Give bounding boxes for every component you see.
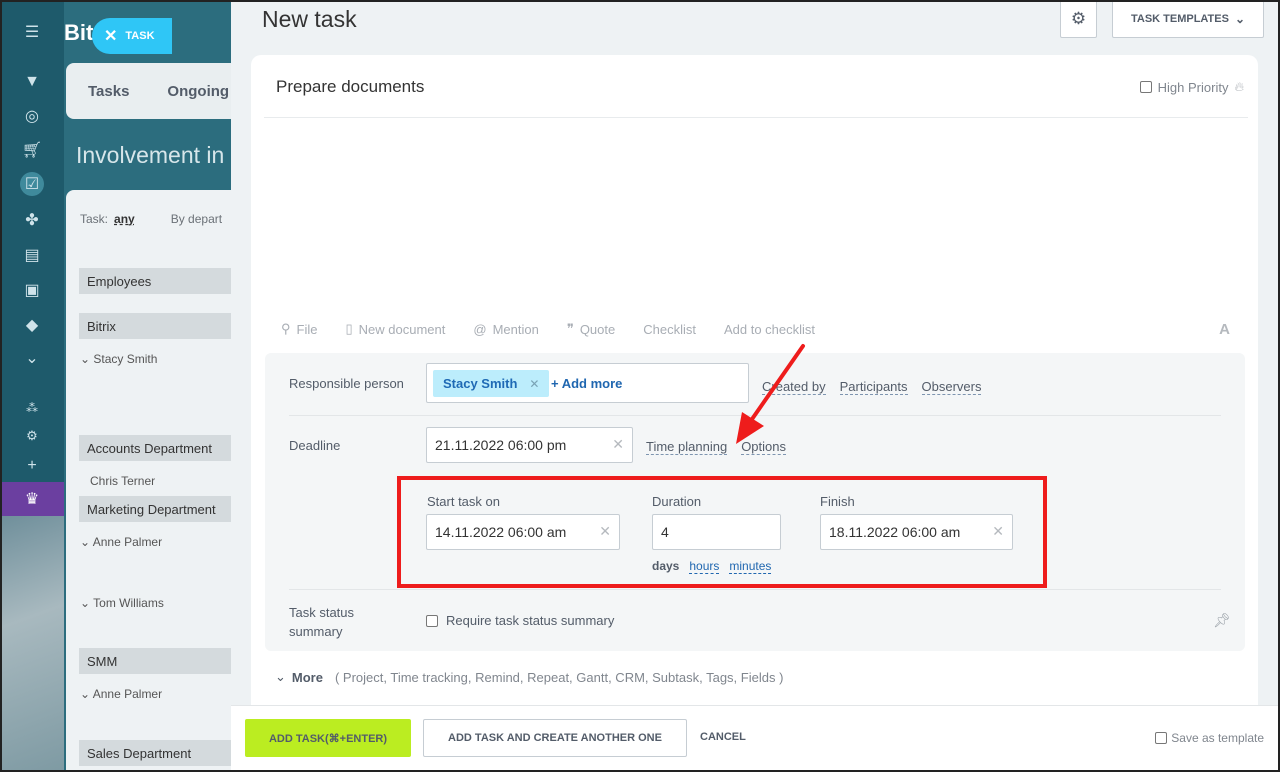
toolbar-checklist[interactable]: Checklist xyxy=(643,321,696,337)
sitemap-icon[interactable]: ⁂ xyxy=(20,396,44,420)
cancel-button[interactable]: CANCEL xyxy=(700,731,746,743)
status-summary-label: Task status summary xyxy=(289,605,355,639)
clear-icon[interactable]: ✕ xyxy=(612,436,624,453)
bg-item: ⌄ Tom Williams xyxy=(80,596,164,610)
annotation-arrow xyxy=(736,344,805,444)
page-title: New task xyxy=(262,6,357,32)
plus-icon[interactable]: + xyxy=(20,454,44,478)
paperclip-icon: ⚲ xyxy=(281,321,291,336)
deadline-label: Deadline xyxy=(289,438,341,453)
time-planning-link[interactable]: Time planning xyxy=(646,439,728,455)
left-rail: ☰ ▼ ◎ 🛒︎ ☑ ✤ ▤ ▣ ◆ ⌄ ⁂ ⚙ + ♛ xyxy=(0,0,64,772)
footer: ADD TASK(⌘+ENTER) ADD TASK AND CREATE AN… xyxy=(231,705,1280,772)
more-icon[interactable]: ⌄ xyxy=(20,346,44,370)
toolbar-file[interactable]: ⚲ File xyxy=(281,321,317,337)
gear-icon: ⚙ xyxy=(1070,9,1087,28)
close-icon: ✕ xyxy=(104,28,118,45)
bg-item: ⌄ Anne Palmer xyxy=(80,687,163,701)
chevron-down-icon: ⌄ xyxy=(1234,12,1246,26)
responsible-label: Responsible person xyxy=(289,376,404,391)
cart-icon[interactable]: 🛒︎ xyxy=(20,138,44,162)
chevron-down-icon: ⌄ xyxy=(275,669,286,684)
target-icon[interactable]: ◎ xyxy=(20,104,44,128)
bg-tabs: Tasks Ongoing xyxy=(66,63,234,119)
remove-icon[interactable]: ✕ xyxy=(529,377,539,391)
bg-row-accounts: Accounts Department xyxy=(79,435,234,461)
document-icon: ▯ xyxy=(345,321,353,336)
bg-item: Chris Terner xyxy=(90,474,156,488)
more-section[interactable]: ⌄ More ( Project, Time tracking, Remind,… xyxy=(275,669,783,685)
bg-row-employees: Employees xyxy=(79,268,234,294)
bg-row-sales: Sales Department xyxy=(79,740,234,766)
quote-icon: ❞ xyxy=(566,321,574,336)
toolbar-quote[interactable]: ❞ Quote xyxy=(567,321,615,337)
toolbar-new-document[interactable]: ▯ New document xyxy=(345,321,445,337)
tasks-icon[interactable]: ☑ xyxy=(20,172,44,196)
box-icon[interactable]: ◆ xyxy=(20,313,44,337)
divider xyxy=(264,117,1248,118)
feed-icon[interactable]: ▼ xyxy=(20,70,44,94)
task-title-input[interactable]: Prepare documents xyxy=(276,77,424,97)
crown-icon[interactable]: ♛ xyxy=(20,487,44,511)
wallpaper xyxy=(0,516,64,772)
add-task-button[interactable]: ADD TASK(⌘+ENTER) xyxy=(245,719,411,757)
bg-item: ⌄ Stacy Smith xyxy=(80,352,158,366)
settings-button[interactable]: ⚙ xyxy=(1060,0,1097,38)
font-format-icon[interactable]: A xyxy=(1219,321,1230,338)
flame-icon: 🔥︎ xyxy=(1234,79,1244,94)
responsible-chip[interactable]: Stacy Smith ✕ xyxy=(433,370,550,397)
deadline-input[interactable]: 21.11.2022 06:00 pm ✕ xyxy=(426,427,633,463)
pin-icon[interactable]: 📌︎ xyxy=(1213,612,1231,629)
toolbar-mention[interactable]: @ Mention xyxy=(473,321,538,337)
close-task-chip[interactable]: ✕ TASK xyxy=(92,18,172,54)
background-app: Bitrix 24 Tasks Ongoing Involvement in T… xyxy=(64,0,234,772)
divider xyxy=(289,589,1221,590)
add-more-link[interactable]: + Add more xyxy=(551,376,622,391)
bg-filter: Task: any By depart xyxy=(80,212,223,226)
require-summary-checkbox[interactable] xyxy=(426,614,438,627)
menu-icon[interactable]: ☰ xyxy=(20,20,44,44)
responsible-field[interactable]: Stacy Smith ✕ + Add more xyxy=(426,363,749,403)
high-priority[interactable]: High Priority 🔥︎ xyxy=(1139,79,1244,95)
participants-link[interactable]: Participants xyxy=(839,379,908,395)
save-as-template[interactable]: Save as template xyxy=(1155,731,1264,745)
at-icon: @ xyxy=(473,321,487,337)
bg-tab-ongoing[interactable]: Ongoing xyxy=(167,83,229,100)
high-priority-checkbox[interactable] xyxy=(1139,81,1152,93)
task-templates-button[interactable]: TASK TEMPLATES ⌄ xyxy=(1112,0,1264,38)
bg-row-marketing: Marketing Department xyxy=(79,496,234,522)
observers-link[interactable]: Observers xyxy=(921,379,982,395)
crm-icon[interactable]: ✤ xyxy=(20,208,44,232)
bg-row-smm: SMM xyxy=(79,648,234,674)
bg-heading: Involvement in xyxy=(76,142,225,168)
highlight-box xyxy=(397,476,1047,588)
bg-item: ⌄ Anne Palmer xyxy=(80,535,163,549)
settings-icon[interactable]: ⚙ xyxy=(20,424,44,448)
bg-row-bitrix: Bitrix xyxy=(79,313,234,339)
robot-icon[interactable]: ▣ xyxy=(20,278,44,302)
add-another-button[interactable]: ADD TASK AND CREATE ANOTHER ONE xyxy=(423,719,687,757)
require-summary[interactable]: Require task status summary xyxy=(426,613,614,628)
toolbar-add-to-checklist[interactable]: Add to checklist xyxy=(724,321,815,337)
editor-toolbar: ⚲ File ▯ New document @ Mention ❞ Quote Chec… xyxy=(281,321,1241,337)
save-template-checkbox[interactable] xyxy=(1155,732,1168,744)
bg-tab-tasks[interactable]: Tasks xyxy=(88,83,129,100)
bg-panel: Task: any By depart Employees Bitrix ⌄ Sta… xyxy=(66,190,234,772)
contacts-icon[interactable]: ▤ xyxy=(20,243,44,267)
